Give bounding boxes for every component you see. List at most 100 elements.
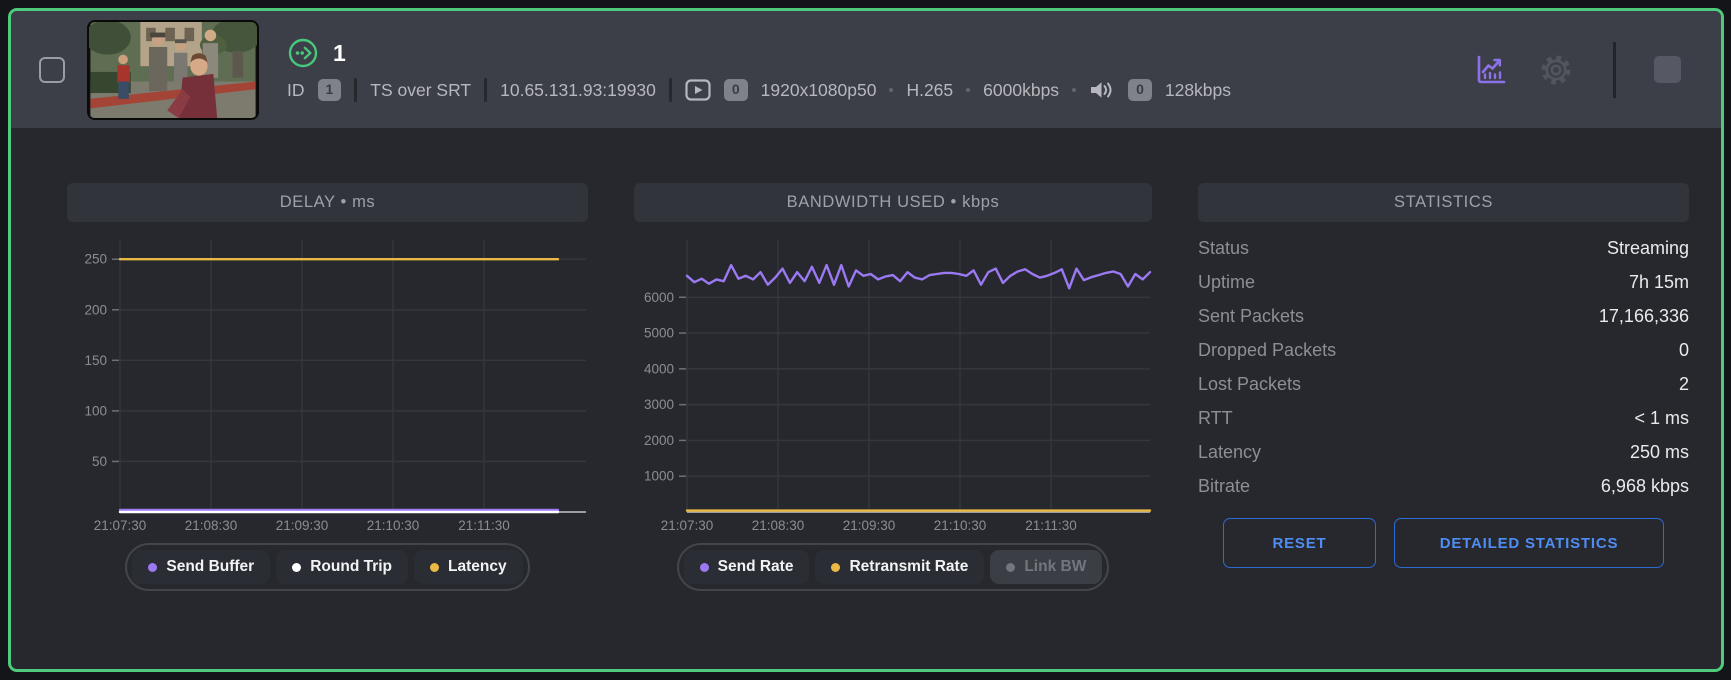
id-label: ID [287,80,305,101]
srt-connected-icon [287,37,319,69]
svg-text:21:08:30: 21:08:30 [185,518,238,533]
dot-separator [966,88,970,92]
stat-value: 6,968 kbps [1601,476,1689,497]
stream-info: 1 ID 1 TS over SRT 10.65.131.93:19930 0 … [287,37,1231,102]
svg-text:21:11:30: 21:11:30 [1025,518,1077,533]
svg-text:50: 50 [92,454,107,469]
stop-icon [1654,56,1681,83]
separator [484,78,487,102]
svg-text:4000: 4000 [644,361,674,376]
svg-text:1000: 1000 [644,469,674,484]
stat-label: Dropped Packets [1198,340,1336,361]
legend-dot [148,563,157,572]
statistics-area: DELAY • ms 50 100 150 200 250 21:07:30 21:08:3… [11,128,1721,591]
id-badge: 1 [318,79,342,100]
video-thumbnail-image [89,22,257,118]
legend-dot [700,563,709,572]
stat-row-dropped-packets: Dropped Packets 0 [1198,333,1689,367]
legend-item-link-bw[interactable]: Link BW [990,550,1102,584]
select-checkbox[interactable] [39,57,65,83]
statistics-rows: Status Streaming Uptime7h 15m Sent Packets 1… [1198,231,1689,503]
svg-text:21:09:30: 21:09:30 [843,518,896,533]
legend-label: Send Rate [718,558,794,576]
legend-label: Link BW [1024,558,1086,576]
svg-text:150: 150 [84,353,107,368]
svg-text:3000: 3000 [644,397,674,412]
separator [354,78,357,102]
stream-address: 10.65.131.93:19930 [500,80,656,101]
audio-bitrate: 128kbps [1165,80,1231,101]
bandwidth-chart-legend: Send Rate Retransmit Rate Link BW [634,543,1152,591]
stream-name: 1 [333,40,346,67]
play-icon [685,79,711,101]
stat-row-latency: Latency 250 ms [1198,435,1689,469]
legend-label: Retransmit Rate [849,558,968,576]
stat-value: 2 [1679,374,1689,395]
stat-row-rtt: RTT< 1 ms [1198,401,1689,435]
stat-row-bitrate: Bitrate 6,968 kbps [1198,469,1689,503]
bandwidth-panel-header: BANDWIDTH USED • kbps [634,183,1152,222]
statistics-toggle-button[interactable] [1471,50,1511,90]
svg-text:21:09:30: 21:09:30 [276,518,329,533]
video-program-badge: 0 [724,79,748,100]
stat-value: < 1 ms [1634,408,1689,429]
svg-text:5000: 5000 [644,326,674,341]
legend-dot [292,563,301,572]
legend-label: Round Trip [310,558,392,576]
video-bitrate: 6000kbps [983,80,1059,101]
svg-text:100: 100 [84,403,107,418]
video-resolution: 1920x1080p50 [761,80,877,101]
dot-separator [1072,88,1076,92]
svg-text:21:11:30: 21:11:30 [458,518,510,533]
settings-button[interactable] [1537,51,1575,89]
svg-text:2000: 2000 [644,433,674,448]
stat-value: 250 ms [1630,442,1689,463]
speaker-icon [1089,79,1115,101]
stat-label: Latency [1198,442,1261,463]
stat-value: Streaming [1607,238,1689,259]
bandwidth-panel: BANDWIDTH USED • kbps 1000 2000 3000 4000 50… [634,183,1152,591]
stat-row-uptime: Uptime7h 15m [1198,265,1689,299]
legend-item-send-rate[interactable]: Send Rate [684,550,810,584]
legend-pill: Send Buffer Round Trip Latency [125,543,529,591]
stat-label: Uptime [1198,272,1255,293]
svg-text:21:10:30: 21:10:30 [934,518,987,533]
stat-label: Lost Packets [1198,374,1301,395]
separator [669,78,672,102]
stat-label: Status [1198,238,1249,259]
chart-icon [1471,50,1511,90]
legend-label: Latency [448,558,507,576]
protocol-label: TS over SRT [370,80,471,101]
legend-item-round-trip[interactable]: Round Trip [276,550,408,584]
header-divider [1613,42,1616,98]
legend-item-send-buffer[interactable]: Send Buffer [132,550,270,584]
stat-label: Sent Packets [1198,306,1304,327]
legend-item-latency[interactable]: Latency [414,550,523,584]
detailed-statistics-button[interactable]: DETAILED STATISTICS [1394,518,1664,568]
audio-program-badge: 0 [1128,79,1152,100]
delay-chart-legend: Send Buffer Round Trip Latency [67,543,588,591]
statistics-panel-header: STATISTICS [1198,183,1689,222]
svg-text:250: 250 [84,252,107,267]
legend-pill: Send Rate Retransmit Rate Link BW [677,543,1110,591]
svg-text:21:07:30: 21:07:30 [661,518,714,533]
stat-label: Bitrate [1198,476,1250,497]
svg-text:21:08:30: 21:08:30 [752,518,805,533]
delay-panel-header: DELAY • ms [67,183,588,222]
legend-item-retransmit-rate[interactable]: Retransmit Rate [815,550,984,584]
svg-text:200: 200 [84,302,107,317]
stat-value: 17,166,336 [1599,306,1689,327]
stop-button[interactable] [1654,56,1681,83]
legend-label: Send Buffer [166,558,254,576]
video-thumbnail[interactable] [87,20,259,120]
reset-button[interactable]: RESET [1223,518,1376,568]
delay-chart: 50 100 150 200 250 21:07:30 21:08:30 21:09:30 21… [67,222,588,535]
legend-dot [831,563,840,572]
svg-text:21:07:30: 21:07:30 [94,518,147,533]
gear-icon [1537,51,1575,89]
svg-text:6000: 6000 [644,290,674,305]
stat-value: 0 [1679,340,1689,361]
stream-header: 1 ID 1 TS over SRT 10.65.131.93:19930 0 … [11,11,1721,128]
delay-panel: DELAY • ms 50 100 150 200 250 21:07:30 21:08:3… [67,183,588,591]
header-actions [1471,42,1681,98]
